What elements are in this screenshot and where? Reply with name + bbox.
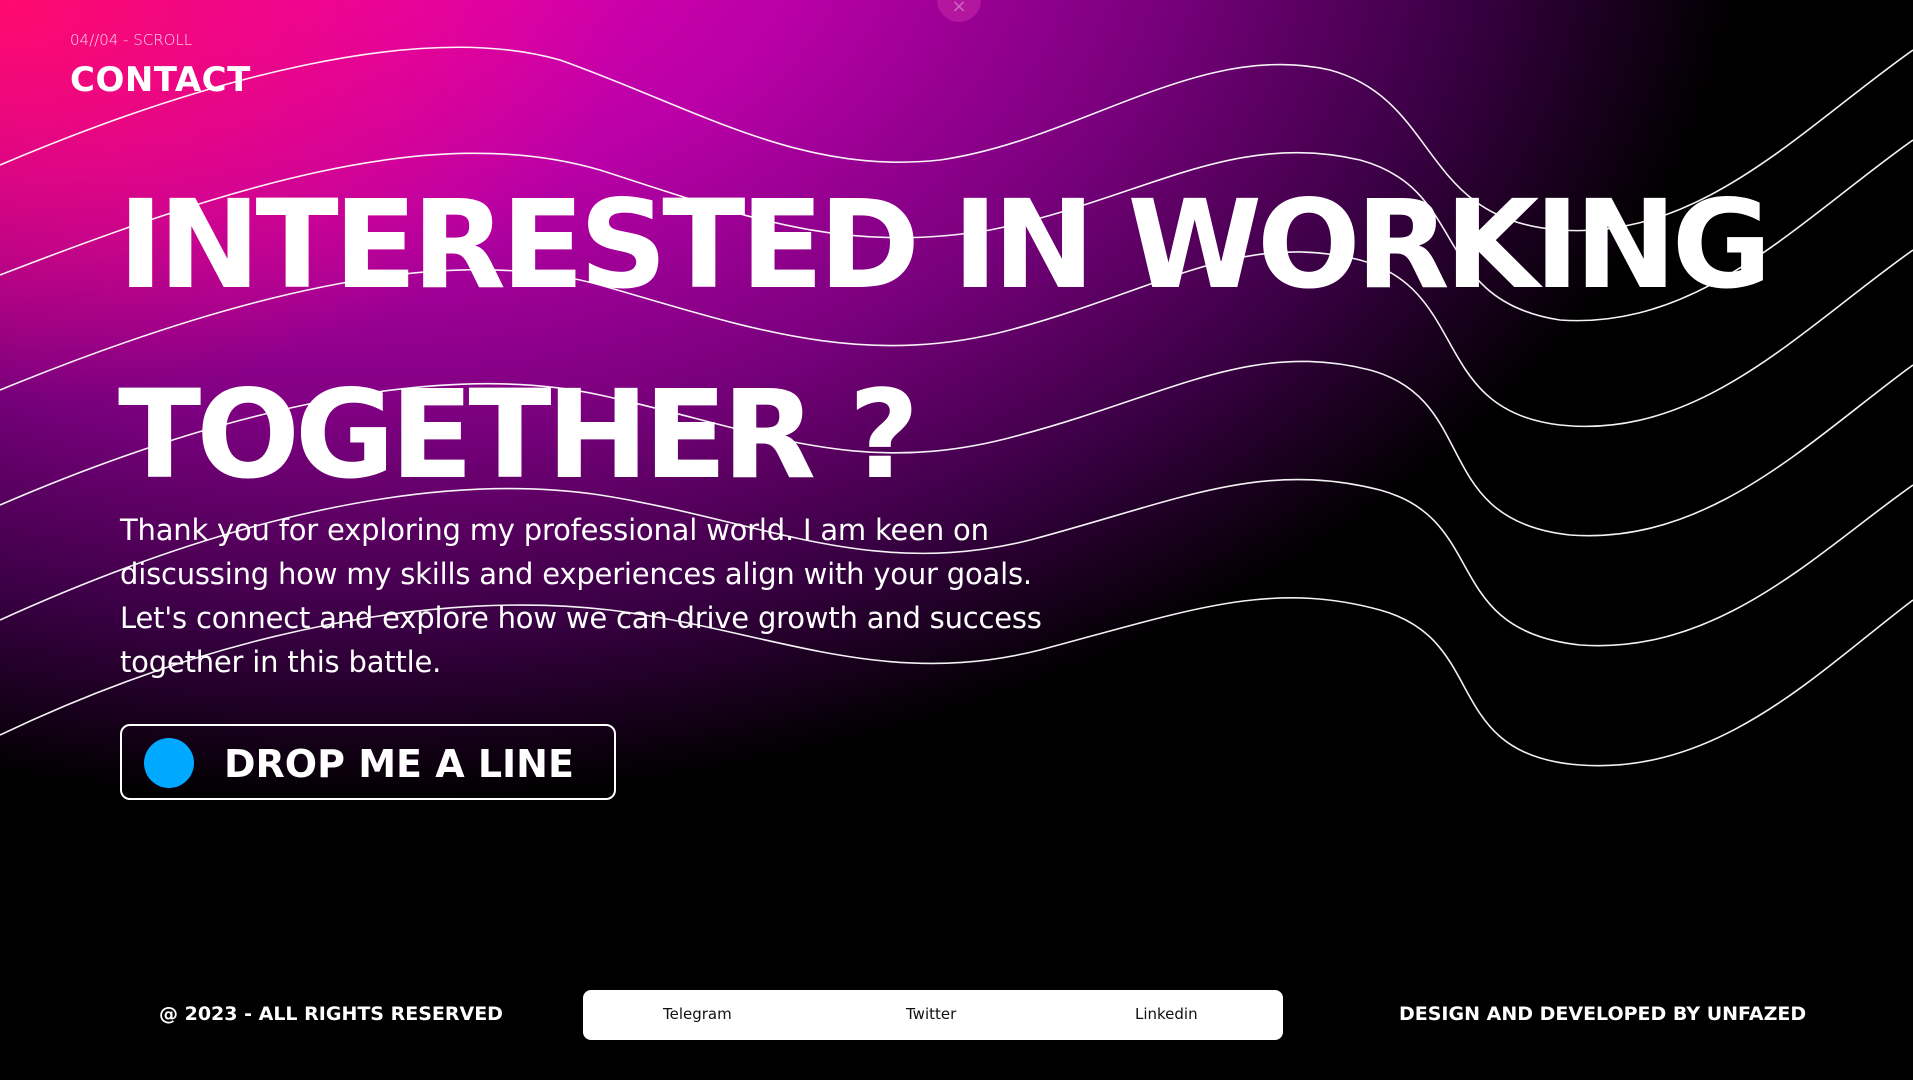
social-links-bar: Telegram Twitter Linkedin	[583, 990, 1283, 1040]
intro-line: discussing how my skills and experiences…	[120, 557, 1032, 591]
copyright-text: @ 2023 - ALL RIGHTS RESERVED	[159, 1003, 503, 1025]
intro-line: Thank you for exploring my professional …	[120, 513, 989, 547]
headline: INTERESTED IN WORKING TOGETHER ?	[118, 150, 1818, 530]
linkedin-link[interactable]: Linkedin	[1135, 1005, 1198, 1023]
section-title: CONTACT	[70, 60, 251, 100]
telegram-link[interactable]: Telegram	[663, 1005, 732, 1023]
drop-me-a-line-button[interactable]: DROP ME A LINE	[120, 724, 616, 800]
section-counter: 04//04 - SCROLL	[70, 31, 193, 49]
cta-label: DROP ME A LINE	[224, 742, 574, 786]
twitter-link[interactable]: Twitter	[906, 1005, 956, 1023]
credit-text: DESIGN AND DEVELOPED BY UNFAZED	[1399, 1003, 1807, 1025]
blue-dot-icon	[144, 738, 194, 788]
headline-line: TOGETHER ?	[118, 364, 919, 506]
headline-line: INTERESTED IN WORKING	[118, 174, 1772, 316]
intro-line: together in this battle.	[120, 645, 442, 679]
intro-paragraph: Thank you for exploring my professional …	[120, 508, 1120, 684]
intro-line: Let's connect and explore how we can dri…	[120, 601, 1042, 635]
